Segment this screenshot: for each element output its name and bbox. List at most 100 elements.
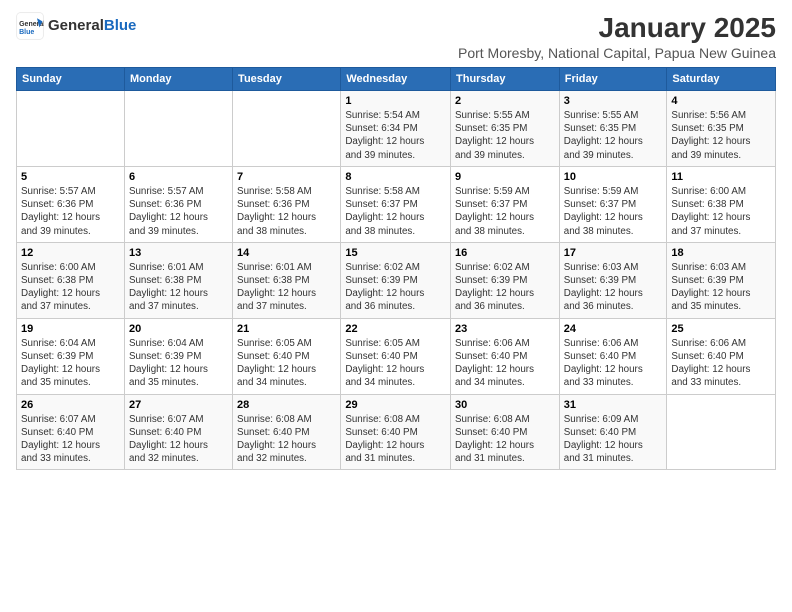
month-year: January 2025 [458,12,776,44]
col-header-wednesday: Wednesday [341,68,451,91]
day-cell: 18Sunrise: 6:03 AM Sunset: 6:39 PM Dayli… [667,242,776,318]
day-cell: 12 Sunrise: 6:00 AM Sunset: 6:38 PM Dayli… [17,242,125,318]
day-cell: 24 Sunrise: 6:06 AM Sunset: 6:40 PM Dayli… [559,318,667,394]
day-cell: 16 Sunrise: 6:02 AM Sunset: 6:39 PM Dayli… [451,242,560,318]
col-header-monday: Monday [124,68,232,91]
day-number: 28 [237,399,336,411]
day-info: Sunrise: 5:55 AM Sunset: 6:35 PM Dayligh… [564,109,663,162]
day-cell: 15 Sunrise: 6:02 AM Sunset: 6:39 PM Dayli… [341,242,451,318]
day-cell: 21Sunrise: 6:05 AM Sunset: 6:40 PM Dayli… [233,318,341,394]
day-info: Sunrise: 6:03 AM Sunset: 6:39 PM Dayligh… [564,261,663,314]
day-cell [233,91,341,167]
day-cell: 29 Sunrise: 6:08 AM Sunset: 6:40 PM Dayli… [341,394,451,470]
week-row-1: 1Sunrise: 5:54 AM Sunset: 6:34 PM Daylig… [17,91,776,167]
day-cell: 6 Sunrise: 5:57 AM Sunset: 6:36 PM Daylig… [124,166,232,242]
day-number: 3 [564,95,663,107]
day-cell: 11 Sunrise: 6:00 AM Sunset: 6:38 PM Dayli… [667,166,776,242]
day-number: 29 [345,399,446,411]
day-number: 15 [345,247,446,259]
day-cell: 25Sunrise: 6:06 AM Sunset: 6:40 PM Dayli… [667,318,776,394]
week-row-5: 26 Sunrise: 6:07 AM Sunset: 6:40 PM Dayli… [17,394,776,470]
day-number: 2 [455,95,555,107]
day-cell: 17 Sunrise: 6:03 AM Sunset: 6:39 PM Dayli… [559,242,667,318]
calendar-header: SundayMondayTuesdayWednesdayThursdayFrid… [17,68,776,91]
day-info: Sunrise: 6:08 AM Sunset: 6:40 PM Dayligh… [345,413,446,466]
day-number: 17 [564,247,663,259]
day-cell: 13Sunrise: 6:01 AM Sunset: 6:38 PM Dayli… [124,242,232,318]
day-number: 30 [455,399,555,411]
day-cell: 3 Sunrise: 5:55 AM Sunset: 6:35 PM Daylig… [559,91,667,167]
day-cell: 2Sunrise: 5:55 AM Sunset: 6:35 PM Daylig… [451,91,560,167]
day-number: 10 [564,171,663,183]
day-number: 26 [21,399,120,411]
day-cell: 4Sunrise: 5:56 AM Sunset: 6:35 PM Daylig… [667,91,776,167]
day-info: Sunrise: 6:01 AM Sunset: 6:38 PM Dayligh… [129,261,228,314]
header-row: SundayMondayTuesdayWednesdayThursdayFrid… [17,68,776,91]
day-info: Sunrise: 5:57 AM Sunset: 6:36 PM Dayligh… [129,185,228,238]
col-header-thursday: Thursday [451,68,560,91]
day-cell: 9Sunrise: 5:59 AM Sunset: 6:37 PM Daylig… [451,166,560,242]
day-info: Sunrise: 6:00 AM Sunset: 6:38 PM Dayligh… [671,185,771,238]
day-info: Sunrise: 5:58 AM Sunset: 6:36 PM Dayligh… [237,185,336,238]
day-info: Sunrise: 6:08 AM Sunset: 6:40 PM Dayligh… [237,413,336,466]
day-info: Sunrise: 6:07 AM Sunset: 6:40 PM Dayligh… [21,413,120,466]
day-number: 1 [345,95,446,107]
title-block: January 2025 Port Moresby, National Capi… [458,12,776,61]
day-cell: 23Sunrise: 6:06 AM Sunset: 6:40 PM Dayli… [451,318,560,394]
day-info: Sunrise: 6:08 AM Sunset: 6:40 PM Dayligh… [455,413,555,466]
day-info: Sunrise: 5:58 AM Sunset: 6:37 PM Dayligh… [345,185,446,238]
day-number: 7 [237,171,336,183]
day-number: 8 [345,171,446,183]
day-number: 23 [455,323,555,335]
logo: General Blue GeneralBlue [16,12,136,40]
day-number: 5 [21,171,120,183]
day-info: Sunrise: 6:04 AM Sunset: 6:39 PM Dayligh… [21,337,120,390]
day-info: Sunrise: 6:02 AM Sunset: 6:39 PM Dayligh… [455,261,555,314]
day-cell: 10 Sunrise: 5:59 AM Sunset: 6:37 PM Dayli… [559,166,667,242]
day-cell [17,91,125,167]
day-info: Sunrise: 6:02 AM Sunset: 6:39 PM Dayligh… [345,261,446,314]
day-number: 25 [671,323,771,335]
logo-blue-text: Blue [104,17,137,34]
day-info: Sunrise: 6:06 AM Sunset: 6:40 PM Dayligh… [564,337,663,390]
week-row-4: 19 Sunrise: 6:04 AM Sunset: 6:39 PM Dayli… [17,318,776,394]
header: General Blue GeneralBlue January 2025 Po… [16,12,776,61]
subtitle: Port Moresby, National Capital, Papua Ne… [458,45,776,61]
day-info: Sunrise: 6:00 AM Sunset: 6:38 PM Dayligh… [21,261,120,314]
calendar-table: SundayMondayTuesdayWednesdayThursdayFrid… [16,67,776,470]
day-number: 18 [671,247,771,259]
day-number: 24 [564,323,663,335]
day-cell [667,394,776,470]
calendar-body: 1Sunrise: 5:54 AM Sunset: 6:34 PM Daylig… [17,91,776,470]
day-cell [124,91,232,167]
day-number: 6 [129,171,228,183]
day-info: Sunrise: 5:56 AM Sunset: 6:35 PM Dayligh… [671,109,771,162]
logo-icon: General Blue [16,12,44,40]
day-cell: 14 Sunrise: 6:01 AM Sunset: 6:38 PM Dayli… [233,242,341,318]
page: General Blue GeneralBlue January 2025 Po… [0,0,792,612]
day-number: 12 [21,247,120,259]
day-info: Sunrise: 5:59 AM Sunset: 6:37 PM Dayligh… [564,185,663,238]
day-number: 22 [345,323,446,335]
day-cell: 19 Sunrise: 6:04 AM Sunset: 6:39 PM Dayli… [17,318,125,394]
day-cell: 8 Sunrise: 5:58 AM Sunset: 6:37 PM Daylig… [341,166,451,242]
day-cell: 28 Sunrise: 6:08 AM Sunset: 6:40 PM Dayli… [233,394,341,470]
week-row-3: 12 Sunrise: 6:00 AM Sunset: 6:38 PM Dayli… [17,242,776,318]
day-info: Sunrise: 6:01 AM Sunset: 6:38 PM Dayligh… [237,261,336,314]
day-cell: 5Sunrise: 5:57 AM Sunset: 6:36 PM Daylig… [17,166,125,242]
day-cell: 20Sunrise: 6:04 AM Sunset: 6:39 PM Dayli… [124,318,232,394]
day-number: 11 [671,171,771,183]
day-info: Sunrise: 5:59 AM Sunset: 6:37 PM Dayligh… [455,185,555,238]
day-info: Sunrise: 6:09 AM Sunset: 6:40 PM Dayligh… [564,413,663,466]
day-cell: 22Sunrise: 6:05 AM Sunset: 6:40 PM Dayli… [341,318,451,394]
day-number: 14 [237,247,336,259]
col-header-tuesday: Tuesday [233,68,341,91]
day-cell: 1Sunrise: 5:54 AM Sunset: 6:34 PM Daylig… [341,91,451,167]
logo-general: GeneralBlue [48,18,136,35]
day-number: 21 [237,323,336,335]
day-cell: 7 Sunrise: 5:58 AM Sunset: 6:36 PM Daylig… [233,166,341,242]
svg-text:Blue: Blue [19,29,34,36]
day-number: 16 [455,247,555,259]
day-cell: 31Sunrise: 6:09 AM Sunset: 6:40 PM Dayli… [559,394,667,470]
day-number: 19 [21,323,120,335]
